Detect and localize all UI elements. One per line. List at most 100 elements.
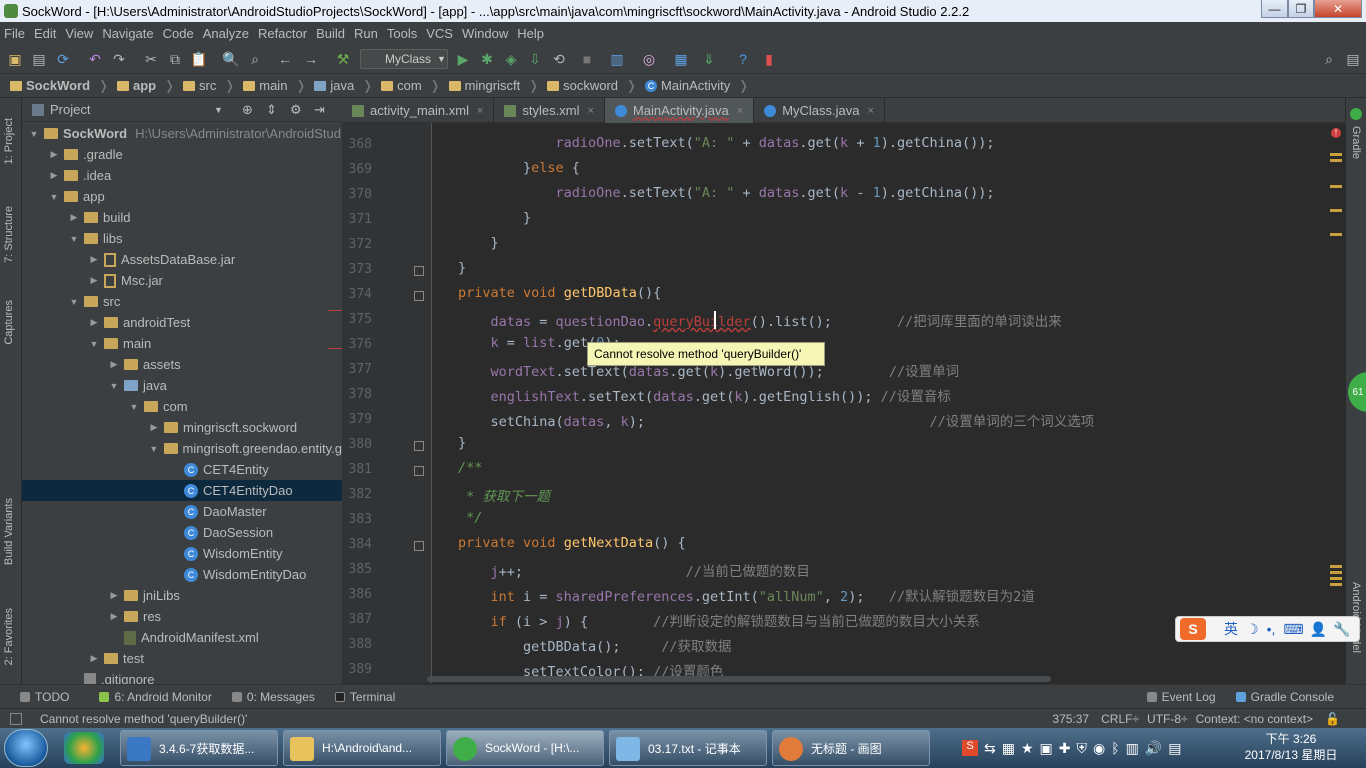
fold-marker-icon[interactable] (414, 266, 424, 276)
sync-gradle-icon[interactable]: ▥ (608, 50, 626, 68)
tree-item[interactable]: C DaoMaster (22, 501, 342, 522)
replace-icon[interactable]: ⌕ (246, 50, 264, 68)
expand-down-icon[interactable]: ▼ (48, 192, 60, 202)
tree-item[interactable]: ▶ Msc.jar (22, 270, 342, 291)
editor-tab[interactable]: MyClass.java × (754, 98, 885, 123)
tray-app-icon[interactable]: ◉ (1093, 740, 1105, 757)
back-icon[interactable]: ← (276, 50, 294, 68)
editor-tab[interactable]: activity_main.xml × (342, 98, 495, 123)
expand-down-icon[interactable]: ▼ (108, 381, 120, 391)
menu-navigate[interactable]: Navigate (102, 26, 153, 41)
warning-mark[interactable] (1330, 577, 1342, 580)
stop-icon[interactable]: ■ (578, 50, 596, 68)
copy-icon[interactable]: ⧉ (166, 50, 184, 68)
menu-analyze[interactable]: Analyze (203, 26, 249, 41)
tree-item[interactable]: ▶ build (22, 207, 342, 228)
collapse-right-icon[interactable]: ▶ (108, 359, 120, 370)
gear-icon[interactable]: ⚙ (290, 102, 302, 118)
android-device-monitor-icon[interactable]: ▮ (760, 50, 778, 68)
paste-icon[interactable]: 📋 (190, 50, 208, 68)
tab-event-log[interactable]: Event Log (1146, 690, 1216, 704)
moon-icon[interactable]: ☽ (1246, 621, 1259, 638)
code-line[interactable]: } (458, 235, 499, 251)
hide-panel-icon[interactable]: ⇥ (314, 102, 325, 118)
minimize-button[interactable]: — (1261, 0, 1288, 18)
warning-mark[interactable] (1330, 571, 1342, 574)
action-center-icon[interactable]: ▤ (1168, 740, 1181, 757)
start-button[interactable] (4, 729, 48, 767)
tree-item[interactable]: AndroidManifest.xml (22, 627, 342, 648)
tree-item[interactable]: C WisdomEntityDao (22, 564, 342, 585)
shield-icon[interactable]: ⛨ (1077, 740, 1088, 757)
tab-gradle[interactable]: Gradle (1350, 126, 1362, 159)
tab-android-monitor[interactable]: 6: Android Monitor (99, 690, 212, 704)
line-separator[interactable]: CRLF÷ (1101, 712, 1139, 726)
collapse-right-icon[interactable]: ▶ (108, 590, 120, 601)
breadcrumb-item[interactable]: app ❭ (116, 78, 175, 94)
fold-marker-icon[interactable] (414, 441, 424, 451)
breadcrumb-item[interactable]: SockWord ❭ (10, 78, 109, 94)
code-line[interactable]: } (458, 210, 531, 226)
expand-down-icon[interactable]: ▼ (68, 297, 80, 307)
close-button[interactable]: ✕ (1314, 0, 1362, 18)
code-line[interactable]: datas = questionDao.queryBuilder().list(… (458, 310, 1062, 330)
warning-mark[interactable] (1330, 153, 1342, 156)
collapse-right-icon[interactable]: ▶ (68, 212, 80, 223)
menu-tools[interactable]: Tools (387, 26, 417, 41)
breadcrumb-item[interactable]: main ❭ (243, 78, 306, 94)
tree-item[interactable]: ▶ .idea (22, 165, 342, 186)
collapse-right-icon[interactable]: ▶ (48, 170, 60, 181)
collapse-right-icon[interactable]: ▶ (48, 149, 60, 160)
warning-mark[interactable] (1330, 209, 1342, 212)
tab-todo[interactable]: TODO (20, 690, 69, 704)
tree-item[interactable]: ▼ src (22, 291, 342, 312)
code-line[interactable]: * 获取下一题 (458, 485, 550, 505)
tray-app-icon[interactable]: ▦ (1002, 740, 1015, 757)
rerun-icon[interactable]: ⟲ (550, 50, 568, 68)
menu-run[interactable]: Run (354, 26, 378, 41)
code-line[interactable]: radioOne.setText("A: " + datas.get(k + 1… (458, 135, 995, 151)
tab-captures[interactable]: Captures (3, 300, 15, 345)
tree-item[interactable]: ▼ app (22, 186, 342, 207)
make-project-icon[interactable]: ⚒ (334, 50, 352, 68)
tree-item[interactable]: ▶ res (22, 606, 342, 627)
expand-down-icon[interactable]: ▼ (68, 234, 80, 244)
code-line[interactable]: }else { (458, 160, 580, 176)
tree-item[interactable]: ▶ mingriscft.sockword (22, 417, 342, 438)
sogou-tray-icon[interactable]: S (962, 740, 978, 756)
chevron-down-icon[interactable]: ▼ (214, 105, 223, 115)
warning-mark[interactable] (1330, 583, 1342, 586)
horizontal-scrollbar[interactable] (427, 676, 1051, 682)
menu-vcs[interactable]: VCS (426, 26, 453, 41)
menu-build[interactable]: Build (316, 26, 345, 41)
toggle-tool-windows-icon[interactable] (10, 712, 22, 725)
code-line[interactable]: setChina(datas, k); //设置单词的三个词义选项 (458, 410, 1095, 430)
code-line[interactable]: */ (458, 510, 482, 526)
expand-down-icon[interactable]: ▼ (88, 339, 100, 349)
close-tab-icon[interactable]: × (477, 105, 483, 117)
code-editor[interactable]: radioOne.setText("A: " + datas.get(k + 1… (432, 123, 1327, 678)
breadcrumb-item[interactable]: mingriscft ❭ (448, 78, 539, 94)
tab-favorites[interactable]: 2: Favorites (3, 608, 15, 665)
tray-app-icon[interactable]: ▣ (1040, 740, 1053, 757)
wrench-icon[interactable]: 🔧 (1333, 621, 1350, 638)
cut-icon[interactable]: ✂ (142, 50, 160, 68)
code-line[interactable]: private void getDBData(){ (458, 285, 661, 301)
expand-down-icon[interactable]: ▼ (28, 129, 40, 139)
fold-marker-icon[interactable] (414, 541, 424, 551)
lock-icon[interactable]: 🔓 (1325, 712, 1340, 726)
taskbar-item[interactable]: H:\Android\and... (283, 730, 441, 766)
tree-item[interactable]: ▼ main (22, 333, 342, 354)
tab-project[interactable]: 1: Project (3, 118, 15, 164)
tree-item[interactable]: C CET4EntityDao (22, 480, 342, 501)
tree-item[interactable]: C CET4Entity (22, 459, 342, 480)
tree-item[interactable]: C WisdomEntity (22, 543, 342, 564)
ime-language-toggle[interactable]: 英 (1224, 619, 1238, 639)
breadcrumb-item[interactable]: sockword ❭ (547, 78, 637, 94)
ime-toolbar[interactable]: S 英 ☽ •, ⌨ 👤 🔧 (1175, 616, 1360, 642)
maximize-button[interactable]: ❐ (1288, 0, 1314, 18)
tree-item[interactable]: .gitignore (22, 669, 342, 684)
taskbar-item[interactable]: 无标题 - 画图 (772, 730, 930, 766)
network-share-icon[interactable]: ⇆ (984, 740, 996, 757)
menu-edit[interactable]: Edit (34, 26, 56, 41)
